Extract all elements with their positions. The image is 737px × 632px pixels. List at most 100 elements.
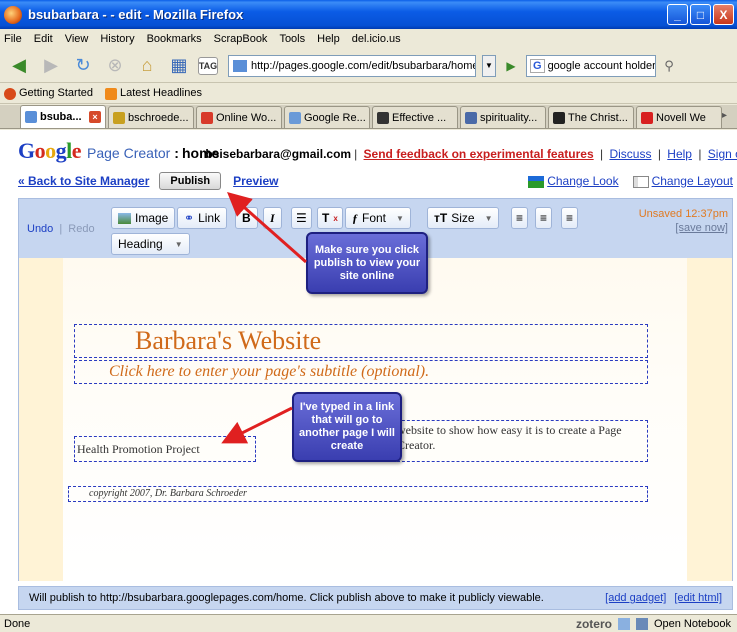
- insert-image-button[interactable]: Image: [111, 207, 176, 229]
- change-layout-icon: [632, 175, 649, 188]
- browser-status-bar: Done zotero Open Notebook: [0, 614, 737, 632]
- bold-button[interactable]: B: [235, 207, 258, 229]
- site-title[interactable]: Barbara's Website: [74, 324, 648, 358]
- edit-html-link[interactable]: [edit html]: [674, 592, 722, 604]
- page-subnav: « Back to Site Manager Publish Preview C…: [18, 170, 733, 192]
- bookmark-page-icon[interactable]: ▦: [166, 54, 192, 78]
- tab-favicon-icon: [25, 111, 37, 123]
- menu-help[interactable]: Help: [317, 33, 340, 45]
- redo-button[interactable]: Redo: [68, 223, 94, 235]
- callout-publish: Make sure you click publish to view your…: [306, 232, 428, 294]
- align-left-icon[interactable]: ≡: [511, 207, 529, 229]
- tag-icon[interactable]: TAG: [198, 56, 218, 75]
- chevron-down-icon: ▼: [174, 239, 183, 249]
- align-right-icon[interactable]: ≡: [561, 207, 579, 229]
- menu-scrapbook[interactable]: ScrapBook: [214, 33, 268, 45]
- forward-arrow-icon[interactable]: ▶: [38, 54, 64, 78]
- tab-favicon-icon: [201, 111, 213, 124]
- menu-bookmarks[interactable]: Bookmarks: [147, 33, 202, 45]
- home-icon[interactable]: ⌂: [134, 54, 160, 78]
- menu-history[interactable]: History: [100, 33, 134, 45]
- rss-icon: [105, 87, 117, 100]
- minimize-button[interactable]: _: [667, 4, 688, 25]
- tab-7[interactable]: Novell We: [636, 106, 722, 128]
- add-gadget-link[interactable]: [add gadget]: [605, 592, 666, 604]
- tab-0[interactable]: bsuba... ×: [20, 105, 106, 128]
- tab-6[interactable]: The Christ...: [548, 106, 634, 128]
- publish-button[interactable]: Publish: [159, 172, 222, 190]
- menu-delicious[interactable]: del.icio.us: [352, 33, 401, 45]
- back-arrow-icon[interactable]: ◀: [6, 54, 32, 78]
- font-dropdown[interactable]: ƒ Font ▼: [345, 207, 411, 229]
- send-feedback-link[interactable]: Send feedback on experimental features: [364, 147, 594, 161]
- tab-2[interactable]: Online Wo...: [196, 106, 282, 128]
- search-input[interactable]: G google account holder: [526, 54, 656, 77]
- size-dropdown[interactable]: тT Size ▼: [427, 207, 500, 229]
- text-size-icon: тT: [434, 211, 448, 225]
- change-layout-item[interactable]: Change Layout: [632, 174, 733, 188]
- bookmark-latest-headlines[interactable]: Latest Headlines: [105, 87, 202, 100]
- close-window-button[interactable]: X: [713, 4, 734, 25]
- clear-format-icon[interactable]: Tx: [317, 207, 343, 229]
- publish-status-line: Will publish to http://bsubarbara.google…: [18, 586, 733, 610]
- undo-button[interactable]: Undo: [27, 223, 53, 235]
- tab-label: bsuba...: [40, 111, 82, 123]
- tab-label: Effective ...: [392, 111, 447, 124]
- bookmark-getting-started[interactable]: Getting Started: [4, 87, 93, 100]
- menu-tools[interactable]: Tools: [279, 33, 305, 45]
- tab-favicon-icon: [113, 111, 125, 124]
- maximize-button[interactable]: □: [690, 4, 711, 25]
- bullet-list-icon[interactable]: ☰: [291, 207, 312, 229]
- footer-text[interactable]: copyright 2007, Dr. Barbara Schroeder: [68, 486, 648, 502]
- tab-4[interactable]: Effective ...: [372, 106, 458, 128]
- change-look-item[interactable]: Change Look: [528, 174, 619, 188]
- site-subtitle[interactable]: Click here to enter your page's subtitle…: [74, 360, 648, 384]
- zotero-button[interactable]: zotero: [576, 617, 612, 631]
- main-content-text[interactable]: website to show how easy it is to create…: [392, 420, 648, 462]
- tab-favicon-icon: [553, 111, 565, 124]
- go-arrow-icon[interactable]: ▶: [502, 55, 520, 77]
- tab-scroll-right-icon[interactable]: ▸: [722, 110, 727, 121]
- url-dropdown-icon[interactable]: ▼: [482, 54, 496, 77]
- site-favicon-icon: [233, 59, 247, 72]
- search-engine-icon[interactable]: G: [530, 58, 545, 73]
- tab-5[interactable]: spirituality...: [460, 106, 546, 128]
- change-layout-link[interactable]: Change Layout: [652, 174, 733, 188]
- menu-edit[interactable]: Edit: [34, 33, 53, 45]
- tab-close-icon[interactable]: ×: [89, 111, 101, 123]
- tab-label: Novell We: [656, 111, 706, 124]
- notebook-icon[interactable]: [635, 617, 648, 630]
- heading-dropdown[interactable]: Heading ▼: [111, 233, 190, 255]
- change-look-icon: [528, 175, 545, 188]
- colon: :: [174, 145, 179, 161]
- zotero-icon[interactable]: [617, 617, 630, 630]
- page-content: Google Page Creator : home bsisebarbara@…: [0, 130, 737, 614]
- tab-favicon-icon: [289, 111, 301, 124]
- tab-3[interactable]: Google Re...: [284, 106, 370, 128]
- change-look-link[interactable]: Change Look: [547, 174, 618, 188]
- reload-icon[interactable]: ↻: [70, 54, 96, 78]
- discuss-link[interactable]: Discuss: [609, 147, 651, 161]
- menu-bar: File Edit View History Bookmarks ScrapBo…: [0, 29, 737, 49]
- sidebar-link-text[interactable]: Health Promotion Project: [74, 436, 256, 462]
- menu-view[interactable]: View: [65, 33, 89, 45]
- url-text: http://pages.google.com/edit/bsubarbara/…: [251, 59, 475, 72]
- tab-1[interactable]: bschroede...: [108, 106, 194, 128]
- align-center-icon[interactable]: ≡: [535, 207, 553, 229]
- tab-favicon-icon: [377, 111, 389, 124]
- italic-button[interactable]: I: [263, 207, 282, 229]
- insert-link-button[interactable]: ⚭ Link: [177, 207, 228, 229]
- save-now-link[interactable]: [save now]: [675, 222, 728, 234]
- font-icon: ƒ: [352, 210, 358, 225]
- stop-icon[interactable]: ⊗: [102, 54, 128, 78]
- sign-out-link[interactable]: Sign out: [708, 147, 737, 161]
- open-notebook-button[interactable]: Open Notebook: [654, 618, 731, 630]
- help-link[interactable]: Help: [667, 147, 692, 161]
- menu-file[interactable]: File: [4, 33, 22, 45]
- url-bar[interactable]: http://pages.google.com/edit/bsubarbara/…: [228, 54, 476, 77]
- preview-link[interactable]: Preview: [233, 174, 278, 188]
- account-email: bsisebarbara@gmail.com: [205, 147, 352, 161]
- tab-favicon-icon: [641, 111, 653, 124]
- search-magnifier-icon[interactable]: ⚲: [662, 54, 676, 78]
- back-to-site-manager-link[interactable]: « Back to Site Manager: [18, 174, 149, 188]
